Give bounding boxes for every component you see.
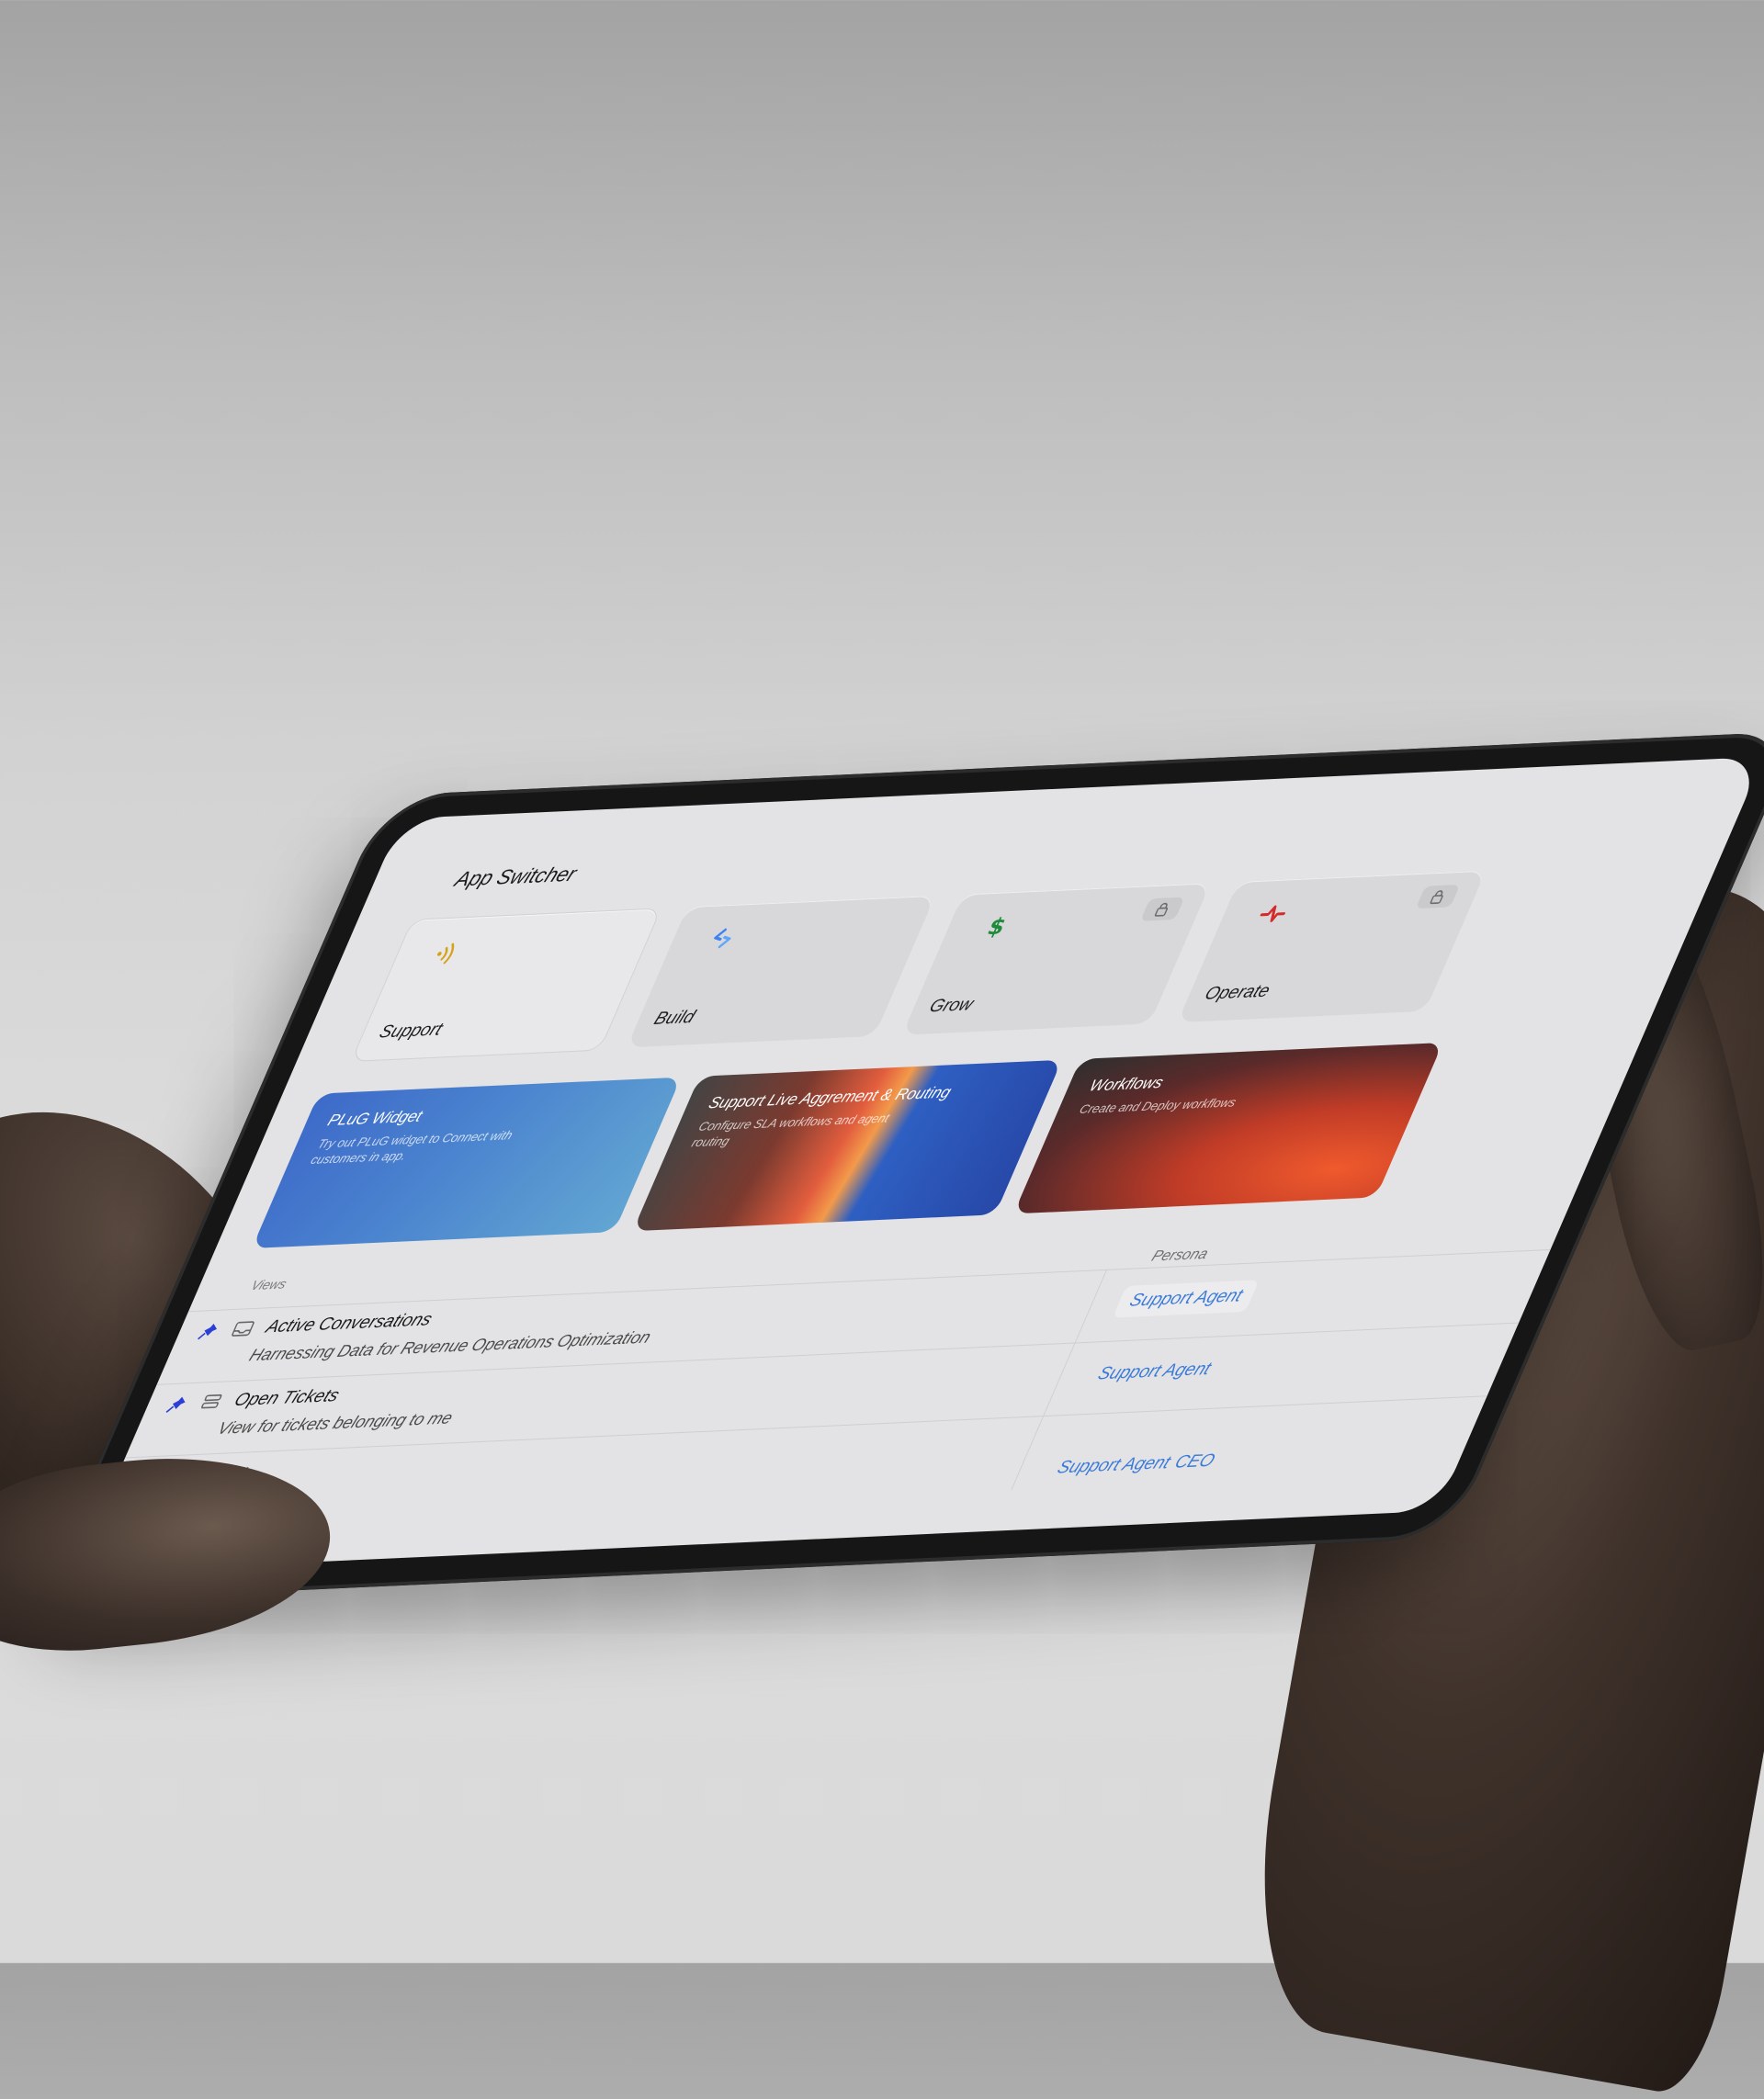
feature-subtitle: Try out PLuG widget to Connect with cust…: [308, 1127, 515, 1168]
pin-icon[interactable]: [164, 1394, 190, 1414]
lock-icon: [1154, 902, 1169, 917]
lock-icon: [1430, 890, 1443, 905]
svg-text:$: $: [984, 913, 1011, 940]
app-card-support[interactable]: Support: [350, 908, 662, 1062]
app-label: Grow: [926, 994, 977, 1017]
feature-title: PLuG Widget: [324, 1107, 425, 1130]
tablet-scene: App Switcher Support Build $ Grow Operat…: [0, 0, 1764, 1963]
feature-subtitle: Configure SLA workflows and agent routin…: [689, 1111, 892, 1150]
persona-tag[interactable]: Support Agent: [1112, 1280, 1260, 1318]
app-card-operate[interactable]: Operate: [1177, 870, 1487, 1023]
tablet-device: App Switcher Support Build $ Grow Operat…: [37, 730, 1764, 1603]
pulse-icon: [1260, 905, 1285, 922]
views-header: Views: [248, 1276, 289, 1293]
feature-title: Workflows: [1086, 1073, 1167, 1095]
column-divider: [1074, 1270, 1107, 1344]
feature-title: Support Live Aggrement & Routing: [706, 1083, 955, 1112]
persona-header: Persona: [1148, 1246, 1211, 1265]
app-grid: Support Build $ Grow Operate: [350, 870, 1495, 1062]
feature-card-plug-widget[interactable]: PLuG Widget Try out PLuG widget to Conne…: [251, 1077, 682, 1249]
dollar-icon: $: [984, 913, 1011, 940]
persona-tag[interactable]: CEO: [1171, 1451, 1217, 1473]
feature-cards: PLuG Widget Try out PLuG widget to Conne…: [251, 1042, 1457, 1249]
feature-subtitle: Create and Deploy workflows: [1077, 1095, 1239, 1117]
column-divider: [1011, 1416, 1044, 1490]
feature-card-sla-routing[interactable]: Support Live Aggrement & Routing Configu…: [632, 1059, 1063, 1232]
support-signal-icon: [436, 942, 455, 965]
app-card-grow[interactable]: $ Grow: [901, 883, 1211, 1035]
column-divider: [1042, 1343, 1076, 1417]
pin-icon[interactable]: [196, 1322, 222, 1341]
view-title: Active Conversations: [263, 1310, 435, 1337]
app-label: Operate: [1201, 981, 1273, 1004]
app-label: Build: [650, 1007, 698, 1030]
app-switcher-title: App Switcher: [451, 862, 581, 891]
feature-card-workflows[interactable]: Workflows Create and Deploy workflows: [1013, 1042, 1443, 1214]
persona-tag[interactable]: Support Agent: [1080, 1353, 1227, 1391]
view-subtitle: View for tickets belonging to me: [214, 1408, 457, 1439]
tickets-icon: [201, 1394, 222, 1409]
views-list: Active Conversations Harnessing Data for…: [93, 1248, 1566, 1532]
view-title: Open Tickets: [231, 1385, 343, 1411]
tablet-screen: App Switcher Support Build $ Grow Operat…: [75, 756, 1764, 1574]
app-card-build[interactable]: Build: [627, 895, 936, 1048]
build-arrows-icon: [714, 928, 731, 949]
inbox-icon: [232, 1321, 254, 1337]
app-label: Support: [376, 1020, 447, 1043]
lock-badge: [1139, 897, 1185, 921]
lock-badge: [1415, 884, 1461, 909]
persona-tag[interactable]: Support Agent: [1040, 1447, 1187, 1484]
